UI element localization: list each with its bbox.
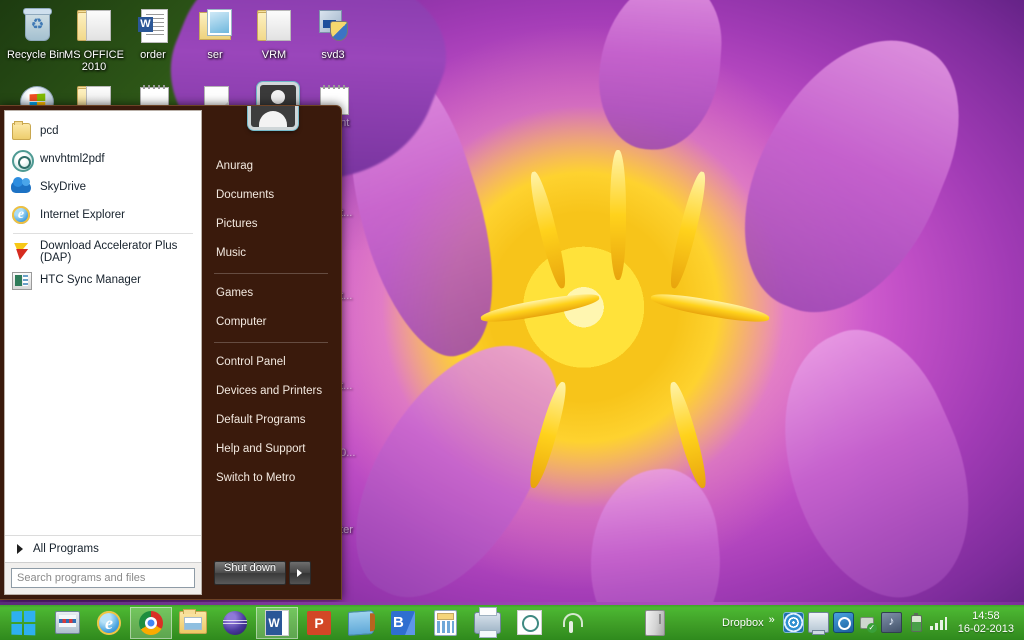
- shutdown-button[interactable]: Shut down: [214, 561, 286, 585]
- onenote-icon: [348, 609, 374, 636]
- start-menu-item-games[interactable]: Games: [202, 279, 338, 308]
- signal-strength-icon[interactable]: [929, 613, 948, 632]
- computer-tower-icon: [645, 609, 665, 636]
- taskbar-button-microsoft-onenote[interactable]: [340, 607, 382, 639]
- clock-date: 16-02-2013: [957, 622, 1014, 635]
- start-menu-user-name[interactable]: Anurag: [202, 152, 338, 181]
- chrome-icon: [139, 610, 163, 635]
- folder-icon: [254, 6, 294, 46]
- htc-sync-manager-icon: [11, 270, 32, 290]
- start-menu-item-label: HTC Sync Manager: [40, 274, 141, 286]
- all-programs-label: All Programs: [33, 543, 99, 555]
- taskbar: Dropbox » 14:58 16-02-2013: [0, 602, 1024, 640]
- start-menu-item-dap[interactable]: Download Accelerator Plus (DAP): [5, 238, 201, 266]
- word-icon: [265, 609, 289, 636]
- folder-icon: [11, 121, 31, 141]
- battery-icon[interactable]: [906, 613, 925, 632]
- taskbar-button-calculator[interactable]: [424, 607, 466, 639]
- start-menu-divider: [13, 233, 193, 234]
- tray-dropbox-label[interactable]: Dropbox: [718, 617, 768, 629]
- security-shield-icon: [313, 6, 353, 46]
- start-menu-item-music[interactable]: Music: [202, 239, 338, 268]
- bluetooth-b-icon: [391, 610, 415, 635]
- start-menu-item-label: Download Accelerator Plus (DAP): [40, 240, 178, 264]
- start-menu-item-skydrive[interactable]: SkyDrive: [5, 173, 201, 201]
- start-menu-right-panel: Anurag Documents Pictures Music Games Co…: [202, 106, 338, 599]
- taskbar-button-bluetooth[interactable]: [382, 607, 424, 639]
- skydrive-cloud-icon: [11, 177, 31, 197]
- music-player-icon[interactable]: [880, 612, 902, 633]
- start-menu-item-switch-to-metro[interactable]: Switch to Metro: [202, 464, 338, 493]
- start-menu-item-wnvhtml2pdf[interactable]: wnvhtml2pdf: [5, 145, 201, 173]
- user-avatar[interactable]: [248, 106, 298, 130]
- start-menu-left-panel: pcd wnvhtml2pdf SkyDrive Internet Explor…: [4, 110, 202, 595]
- clock-time: 14:58: [972, 609, 1000, 622]
- clock[interactable]: 14:58 16-02-2013: [950, 610, 1020, 636]
- start-menu-item-label: pcd: [40, 125, 59, 137]
- start-menu-item-devices-and-printers[interactable]: Devices and Printers: [202, 377, 338, 406]
- sphere-icon: [223, 610, 247, 635]
- start-menu-item-internet-explorer[interactable]: Internet Explorer: [5, 201, 201, 229]
- start-menu-item-label: SkyDrive: [40, 181, 87, 193]
- blue-app-icon[interactable]: [832, 612, 854, 633]
- calculator-icon: [433, 609, 457, 636]
- taskbar-button-google-chrome[interactable]: [130, 606, 172, 639]
- start-menu-item-pictures[interactable]: Pictures: [202, 210, 338, 239]
- word-document-icon: W: [133, 6, 173, 46]
- start-menu-right-divider: [214, 342, 328, 343]
- start-menu-item-help-and-support[interactable]: Help and Support: [202, 435, 338, 464]
- network-monitor-icon[interactable]: [807, 612, 829, 635]
- folder-icon: [74, 6, 114, 46]
- desktop-screen: xt ent nt... nt... nt... 50... hter Recy…: [0, 0, 1024, 640]
- start-menu-item-default-programs[interactable]: Default Programs: [202, 406, 338, 435]
- picture-folder-icon: [195, 6, 235, 46]
- start-menu-item-pcd[interactable]: pcd: [5, 117, 201, 145]
- internet-explorer-icon: [11, 205, 31, 225]
- recycle-bin-icon: [16, 6, 56, 46]
- start-menu-item-label: wnvhtml2pdf: [40, 153, 105, 165]
- start-menu: pcd wnvhtml2pdf SkyDrive Internet Explor…: [0, 105, 342, 600]
- wnvhtml2pdf-icon: [516, 610, 542, 635]
- shutdown-row: Shut down: [214, 561, 311, 585]
- desktop-icon-label: svd3: [321, 49, 345, 61]
- start-menu-item-label: Internet Explorer: [40, 209, 126, 221]
- wnvhtml2pdf-icon: [11, 149, 34, 172]
- wifi-tower-icon: [560, 612, 583, 634]
- system-tray: Dropbox » 14:58 16-02-2013: [718, 605, 1024, 640]
- taskbar-button-microsoft-word[interactable]: [256, 606, 298, 639]
- taskbar-button-opera-browser[interactable]: [214, 607, 256, 639]
- search-input[interactable]: [11, 568, 195, 588]
- taskbar-button-microsoft-powerpoint[interactable]: [298, 607, 340, 639]
- tray-overflow-chevron[interactable]: »: [768, 614, 781, 632]
- taskbar-button-wireless-manager[interactable]: [550, 607, 592, 639]
- powerpoint-icon: [307, 610, 331, 635]
- start-menu-item-control-panel[interactable]: Control Panel: [202, 348, 338, 377]
- start-menu-program-list: pcd wnvhtml2pdf SkyDrive Internet Explor…: [5, 111, 201, 535]
- windows-start-icon: [11, 610, 36, 635]
- start-menu-item-documents[interactable]: Documents: [202, 181, 338, 210]
- safely-remove-hardware-icon[interactable]: [858, 613, 877, 633]
- all-programs-button[interactable]: All Programs: [5, 535, 201, 562]
- taskbar-button-internet-explorer[interactable]: [88, 607, 130, 639]
- printer-icon: [473, 606, 501, 638]
- chevron-right-icon: [17, 544, 23, 554]
- spiral-blue-icon[interactable]: [782, 612, 804, 633]
- shutdown-options-arrow[interactable]: [288, 561, 311, 585]
- taskbar-button-windows-explorer[interactable]: [172, 607, 214, 639]
- start-menu-item-htc-sync-manager[interactable]: HTC Sync Manager: [5, 266, 201, 294]
- desktop-icon-svd3[interactable]: svd3: [297, 6, 369, 61]
- dap-lightning-icon: [11, 242, 31, 262]
- taskbar-button-task-manager[interactable]: [46, 607, 88, 639]
- start-button[interactable]: [0, 605, 46, 640]
- search-container: [5, 562, 201, 594]
- start-menu-right-divider: [214, 273, 328, 274]
- monitor-graph-icon: [54, 611, 80, 634]
- taskbar-button-computer-tower[interactable]: [634, 607, 676, 639]
- taskbar-button-printer-fax[interactable]: [466, 606, 508, 639]
- folder-explorer-icon: [179, 609, 207, 634]
- start-menu-item-computer[interactable]: Computer: [202, 308, 338, 337]
- taskbar-button-wnvhtml2pdf[interactable]: [508, 607, 550, 639]
- internet-explorer-icon: [97, 610, 121, 635]
